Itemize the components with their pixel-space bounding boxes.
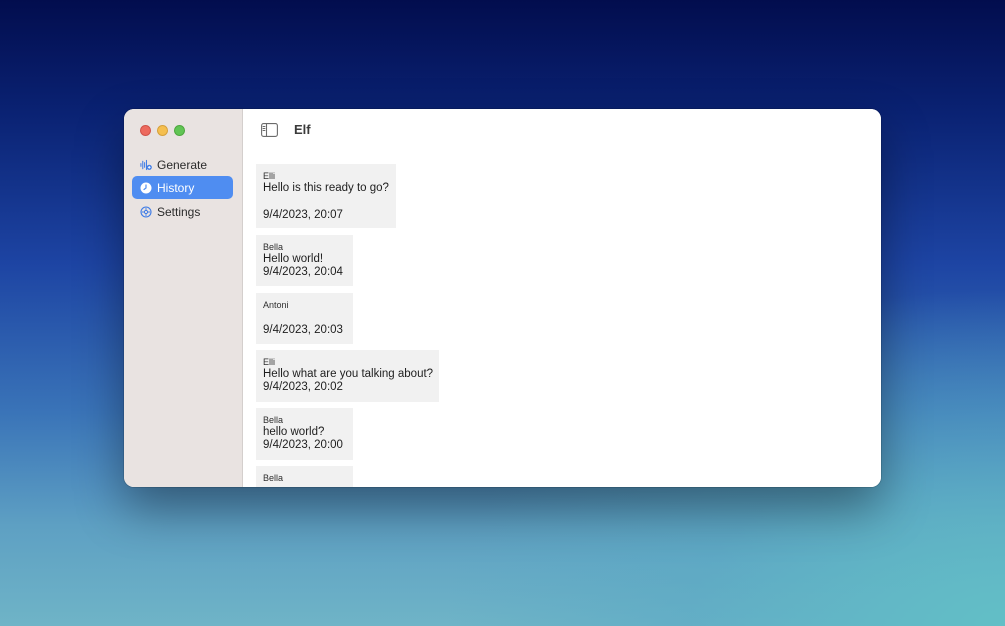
- entry-timestamp: 9/4/2023, 20:04: [263, 266, 343, 278]
- sidebar-item-history[interactable]: History: [132, 176, 233, 199]
- entry-speaker: Bella: [263, 242, 284, 252]
- entry-timestamp: 9/4/2023, 20:00: [263, 439, 343, 451]
- clock-icon: [140, 182, 152, 194]
- entry-speaker: Antoni: [263, 300, 289, 310]
- entry-timestamp: 9/4/2023, 20:03: [263, 324, 343, 336]
- waveform-plus-icon: [140, 159, 152, 171]
- history-entry[interactable]: Bella Hello world! 9/4/2023, 20:04: [256, 235, 353, 286]
- entry-text: Hello world!: [263, 253, 324, 265]
- entry-text: [263, 484, 346, 487]
- entry-speaker: Bella: [263, 473, 284, 483]
- sidebar-item-settings[interactable]: Settings: [132, 200, 233, 223]
- close-window-button[interactable]: [140, 125, 151, 136]
- history-entry[interactable]: Elli Hello is this ready to go? 9/4/2023…: [256, 164, 396, 228]
- history-entry[interactable]: Bella: [256, 466, 353, 487]
- entry-timestamp: 9/4/2023, 20:02: [263, 381, 343, 393]
- entry-text: Hello is this ready to go?: [263, 182, 389, 194]
- app-window: Generate History Settings Elf Elli Hello…: [124, 109, 881, 487]
- history-entry[interactable]: Elli Hello what are you talking about? 9…: [256, 350, 439, 402]
- entry-speaker: Elli: [263, 357, 276, 367]
- history-entry[interactable]: Antoni 9/4/2023, 20:03: [256, 293, 353, 344]
- gear-icon: [140, 205, 152, 218]
- sidebar: Generate History Settings: [124, 109, 243, 487]
- sidebar-item-label: History: [157, 180, 195, 195]
- sidebar-item-label: Settings: [157, 204, 201, 219]
- page-title: Elf: [294, 122, 311, 137]
- entry-speaker: Bella: [263, 415, 284, 425]
- main-content: Elf Elli Hello is this ready to go? 9/4/…: [243, 109, 881, 487]
- entry-text: hello world?: [263, 426, 325, 438]
- maximize-window-button[interactable]: [174, 125, 185, 136]
- entry-text: [263, 311, 346, 324]
- sidebar-toggle-icon[interactable]: [261, 123, 278, 137]
- history-entry[interactable]: Bella hello world? 9/4/2023, 20:00: [256, 408, 353, 460]
- entry-text: Hello what are you talking about?: [263, 368, 434, 380]
- entry-speaker: Elli: [263, 171, 276, 181]
- sidebar-item-label: Generate: [157, 157, 208, 172]
- minimize-window-button[interactable]: [157, 125, 168, 136]
- sidebar-item-generate[interactable]: Generate: [132, 153, 233, 176]
- entry-timestamp: 9/4/2023, 20:07: [263, 209, 343, 221]
